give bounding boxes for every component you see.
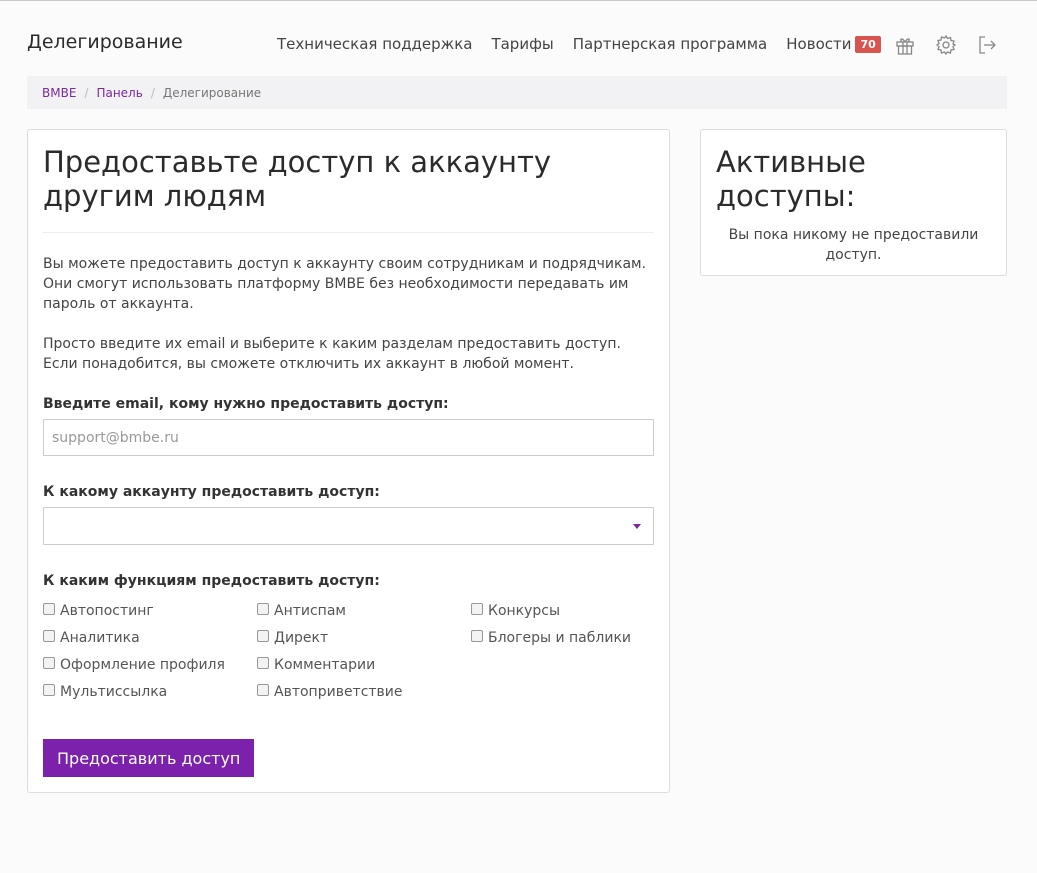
top-nav: Техническая поддержка Тарифы Партнерская… [277,35,900,53]
active-access-empty-text: Вы пока никому не предоставили доступ. [728,227,979,263]
grant-access-button[interactable]: Предоставить доступ [43,739,255,777]
checkbox-label: Мультиссылка [60,684,168,700]
checkbox-box[interactable] [257,603,269,615]
intro-line-2: Они смогут использовать платформу BMBE б… [43,276,629,312]
email-label: Введите email, кому нужно предоставить д… [43,396,449,412]
instructions-line-2: Если понадобится, вы сможете отключить и… [43,356,574,372]
checkbox-box[interactable] [43,657,55,669]
functions-checkbox-group: Автопостинг Аналитика Оформление профиля… [43,603,654,713]
nav-tariffs-link[interactable]: Тарифы [491,35,553,53]
checkbox-box[interactable] [471,603,483,615]
checkbox-profile-design[interactable]: Оформление профиля [43,657,225,673]
checkbox-box[interactable] [471,630,483,642]
checkbox-label: Директ [274,630,329,646]
checkbox-box[interactable] [257,657,269,669]
instructions-paragraph: Просто введите их email и выберите к как… [43,334,654,374]
checkbox-box[interactable] [257,630,269,642]
checkbox-label: Автопостинг [60,603,154,619]
top-border [0,0,1037,1]
gift-icon[interactable] [893,33,917,57]
caret-down-icon [633,524,641,529]
checkbox-box[interactable] [43,603,55,615]
checkbox-label: Блогеры и паблики [488,630,631,646]
checkbox-autogreeting[interactable]: Автоприветствие [257,684,403,700]
checkbox-antispam[interactable]: Антиспам [257,603,346,619]
news-count-badge: 70 [855,35,881,53]
checkbox-comments[interactable]: Комментарии [257,657,375,673]
checkbox-label: Антиспам [274,603,346,619]
active-access-title: Активные доступы: [716,145,866,213]
nav-news-label: Новости [786,35,852,53]
checkbox-label: Оформление профиля [60,657,225,673]
checkbox-autoposting[interactable]: Автопостинг [43,603,154,619]
checkbox-multilink[interactable]: Мультиссылка [43,684,167,700]
checkbox-label: Комментарии [274,657,376,673]
checkbox-label: Аналитика [60,630,140,646]
checkbox-label: Конкурсы [488,603,561,619]
checkbox-box[interactable] [43,684,55,696]
gear-icon[interactable] [934,33,958,57]
intro-line-1: Вы можете предоставить доступ к аккаунту… [43,256,647,272]
grant-access-panel: Предоставьте доступ к аккаунту другим лю… [27,129,670,793]
checkbox-contests[interactable]: Конкурсы [471,603,560,619]
intro-paragraph: Вы можете предоставить доступ к аккаунту… [43,254,654,314]
nav-support-link[interactable]: Техническая поддержка [277,35,472,53]
active-access-panel: Активные доступы: Вы пока никому не пред… [700,129,1007,276]
page-brand-title: Делегирование [27,31,183,53]
checkbox-label: Автоприветствие [274,684,403,700]
page-title: Предоставьте доступ к аккаунту другим лю… [43,145,654,233]
breadcrumb-current: Делегирование [162,85,262,100]
account-select[interactable] [43,507,654,545]
breadcrumb-panel[interactable]: Панель [96,86,142,100]
email-field[interactable] [43,419,654,456]
logout-icon[interactable] [975,33,999,57]
breadcrumb-separator: / [150,85,155,100]
breadcrumb-bmbe[interactable]: BMBE [42,86,76,100]
checkbox-analytics[interactable]: Аналитика [43,630,140,646]
account-label: К какому аккаунту предоставить доступ: [43,484,380,500]
functions-label: К каким функциям предоставить доступ: [43,573,380,589]
checkbox-box[interactable] [257,684,269,696]
checkbox-box[interactable] [43,630,55,642]
header-icons [893,33,999,57]
breadcrumb: BMBE / Панель / Делегирование [27,76,1007,109]
checkbox-direct[interactable]: Директ [257,630,328,646]
instructions-line-1: Просто введите их email и выберите к как… [43,336,621,352]
checkbox-bloggers[interactable]: Блогеры и паблики [471,630,631,646]
nav-news-link[interactable]: Новости 70 [786,35,881,53]
nav-partner-link[interactable]: Партнерская программа [573,35,768,53]
breadcrumb-separator: / [84,85,89,100]
